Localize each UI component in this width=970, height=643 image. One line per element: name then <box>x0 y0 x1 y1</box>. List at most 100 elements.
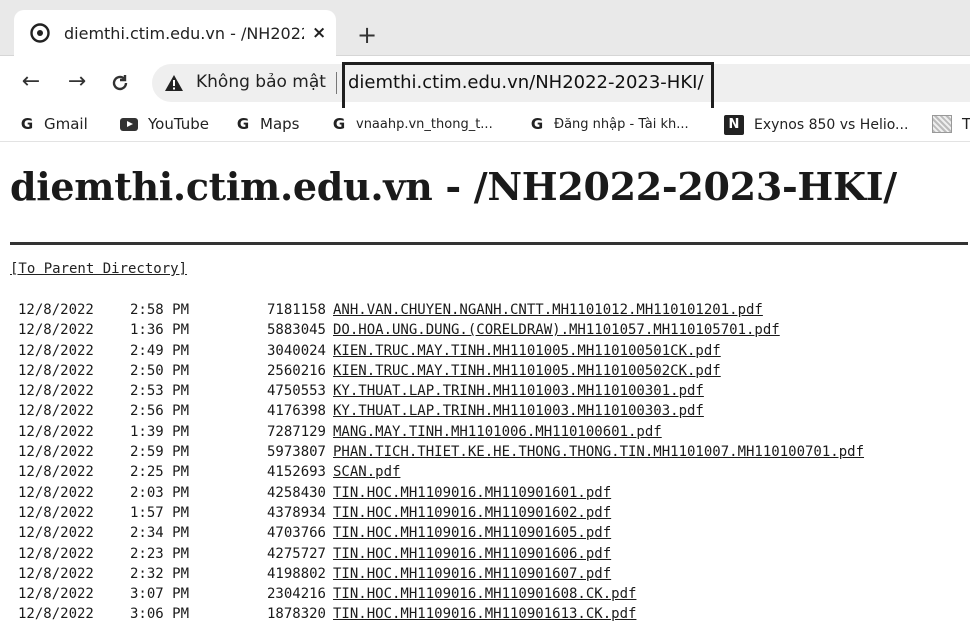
globe-icon <box>30 23 50 43</box>
page-title: diemthi.ctim.edu.vn - /NH2022-2023-HKI/ <box>10 164 897 209</box>
google-icon: G <box>236 115 250 133</box>
tab-title: diemthi.ctim.edu.vn - /NH2022-2 <box>64 23 304 43</box>
bookmark-label: Exynos 850 vs Helio... <box>754 117 909 133</box>
file-link[interactable]: TIN.HOC.MH1109016.MH110901605.pdf <box>333 523 611 543</box>
bookmark-label: YouTube <box>148 115 209 133</box>
file-row: 12/8/2022 2:56 PM 4176398 KY.THUAT.LAP.TRIN… <box>0 401 970 421</box>
notion-icon: N <box>724 115 744 135</box>
horizontal-rule <box>10 242 968 245</box>
file-row: 12/8/2022 2:53 PM 4750553 KY.THUAT.LAP.TRIN… <box>0 381 970 401</box>
file-size: 4275727 <box>266 545 326 562</box>
file-time: 2:50 PM <box>130 362 190 379</box>
file-date: 12/8/2022 <box>18 322 94 339</box>
close-tab-icon[interactable]: × <box>312 23 326 43</box>
file-date: 12/8/2022 <box>18 464 94 481</box>
bookmark-label: vnaahp.vn_thong_t... <box>356 116 493 132</box>
file-time: 2:53 PM <box>130 383 190 400</box>
bookmark-exynos[interactable]: N Exynos 850 vs Helio... <box>724 115 908 135</box>
file-row: 12/8/2022 3:07 PM 2304216 TIN.HOC.MH1109016… <box>0 584 970 604</box>
file-link[interactable]: TIN.HOC.MH1109016.MH110901601.pdf <box>333 483 611 503</box>
file-link[interactable]: KIEN.TRUC.MAY.TINH.MH1101005.MH110100502… <box>333 361 721 381</box>
file-size: 4176398 <box>266 403 326 420</box>
file-size: 7287129 <box>266 423 326 440</box>
file-date: 12/8/2022 <box>18 444 94 461</box>
back-arrow-icon[interactable]: ← <box>16 68 46 98</box>
bookmark-gmail[interactable]: G Gmail <box>20 115 88 133</box>
forward-arrow-icon[interactable]: → <box>62 68 92 98</box>
youtube-icon <box>120 117 138 131</box>
new-tab-button[interactable]: + <box>352 21 382 51</box>
file-link[interactable]: SCAN.pdf <box>333 462 400 482</box>
file-link[interactable]: ANH.VAN.CHUYEN.NGANH.CNTT.MH1101012.MH11… <box>333 300 763 320</box>
browser-tab[interactable]: diemthi.ctim.edu.vn - /NH2022-2 × <box>14 10 336 56</box>
file-size: 3040024 <box>266 342 326 359</box>
file-time: 3:07 PM <box>130 586 190 603</box>
file-row: 12/8/2022 2:25 PM 4152693 SCAN.pdf <box>0 462 970 482</box>
file-date: 12/8/2022 <box>18 525 94 542</box>
file-link[interactable]: TIN.HOC.MH1109016.MH110901608.CK.pdf <box>333 584 636 604</box>
reload-icon[interactable] <box>105 68 135 98</box>
file-link[interactable]: KY.THUAT.LAP.TRINH.MH1101003.MH110100303… <box>333 401 704 421</box>
file-date: 12/8/2022 <box>18 545 94 562</box>
file-row: 12/8/2022 2:58 PM 7181158 ANH.VAN.CHUYEN.NG… <box>0 300 970 320</box>
file-row: 12/8/2022 2:49 PM 3040024 KIEN.TRUC.MAY.TIN… <box>0 341 970 361</box>
file-link[interactable]: TIN.HOC.MH1109016.MH110901602.pdf <box>333 503 611 523</box>
security-label[interactable]: Không bảo mật <box>196 72 326 92</box>
file-size: 1878320 <box>266 606 326 623</box>
google-icon: G <box>530 115 544 133</box>
file-date: 12/8/2022 <box>18 362 94 379</box>
file-date: 12/8/2022 <box>18 302 94 318</box>
file-row: 12/8/2022 1:39 PM 7287129 MANG.MAY.TINH.MH1… <box>0 422 970 442</box>
file-time: 1:39 PM <box>130 423 190 440</box>
image-icon <box>932 115 952 133</box>
file-size: 5883045 <box>266 322 326 339</box>
divider <box>336 72 337 94</box>
file-time: 2:32 PM <box>130 565 190 582</box>
bookmarks-bar: G Gmail YouTube G Maps G vnaahp.vn_thong… <box>0 108 970 142</box>
url-text[interactable]: diemthi.ctim.edu.vn/NH2022-2023-HKI/ <box>348 72 704 93</box>
bookmark-maps[interactable]: G Maps <box>236 115 300 133</box>
file-link[interactable]: TIN.HOC.MH1109016.MH110901613.CK.pdf <box>333 604 636 624</box>
file-time: 2:49 PM <box>130 342 190 359</box>
file-link[interactable]: DO.HOA.UNG.DUNG.(CORELDRAW).MH1101057.MH… <box>333 320 780 340</box>
file-row: 12/8/2022 1:57 PM 4378934 TIN.HOC.MH1109016… <box>0 503 970 523</box>
file-link[interactable]: KY.THUAT.LAP.TRINH.MH1101003.MH110100301… <box>333 381 704 401</box>
file-row: 12/8/2022 2:59 PM 5973807 PHAN.TICH.THIET.K… <box>0 442 970 462</box>
file-size: 2304216 <box>266 586 326 603</box>
file-link[interactable]: PHAN.TICH.THIET.KE.HE.THONG.THONG.TIN.MH… <box>333 442 864 462</box>
file-time: 1:36 PM <box>130 322 190 339</box>
bookmark-dang-nhap[interactable]: G Đăng nhập - Tài kh... <box>530 115 689 133</box>
file-time: 2:25 PM <box>130 464 190 481</box>
warning-icon[interactable] <box>164 73 184 93</box>
file-row: 12/8/2022 2:50 PM 2560216 KIEN.TRUC.MAY.TIN… <box>0 361 970 381</box>
google-icon: G <box>20 115 34 133</box>
file-link[interactable]: TIN.HOC.MH1109016.MH110901607.pdf <box>333 564 611 584</box>
file-time: 2:23 PM <box>130 545 190 562</box>
file-size: 4152693 <box>266 464 326 481</box>
bookmark-youtube[interactable]: YouTube <box>120 115 209 133</box>
file-time: 2:34 PM <box>130 525 190 542</box>
bookmark-label: Đăng nhập - Tài kh... <box>554 116 689 132</box>
file-size: 4378934 <box>266 504 326 521</box>
bookmark-label: Maps <box>260 115 300 133</box>
file-date: 12/8/2022 <box>18 565 94 582</box>
file-size: 4258430 <box>266 484 326 501</box>
file-date: 12/8/2022 <box>18 383 94 400</box>
file-time: 1:57 PM <box>130 504 190 521</box>
file-link[interactable]: TIN.HOC.MH1109016.MH110901606.pdf <box>333 544 611 564</box>
bookmark-t[interactable]: T <box>932 115 970 133</box>
file-row: 12/8/2022 1:36 PM 5883045 DO.HOA.UNG.DUNG.(… <box>0 320 970 340</box>
file-size: 7181158 <box>266 302 326 318</box>
file-size: 5973807 <box>266 444 326 461</box>
file-link[interactable]: KIEN.TRUC.MAY.TINH.MH1101005.MH110100501… <box>333 341 721 361</box>
file-date: 12/8/2022 <box>18 606 94 623</box>
tab-strip: diemthi.ctim.edu.vn - /NH2022-2 × + <box>0 0 970 56</box>
file-row: 12/8/2022 3:06 PM 1878320 TIN.HOC.MH1109016… <box>0 604 970 624</box>
file-row: 12/8/2022 2:23 PM 4275727 TIN.HOC.MH1109016… <box>0 544 970 564</box>
file-time: 2:58 PM <box>130 302 190 318</box>
file-row: 12/8/2022 2:34 PM 4703766 TIN.HOC.MH1109016… <box>0 523 970 543</box>
file-link[interactable]: MANG.MAY.TINH.MH1101006.MH110100601.pdf <box>333 422 662 442</box>
parent-directory-link[interactable]: [To Parent Directory] <box>10 261 187 277</box>
bookmark-vnaahp[interactable]: G vnaahp.vn_thong_t... <box>332 115 493 133</box>
file-time: 2:59 PM <box>130 444 190 461</box>
